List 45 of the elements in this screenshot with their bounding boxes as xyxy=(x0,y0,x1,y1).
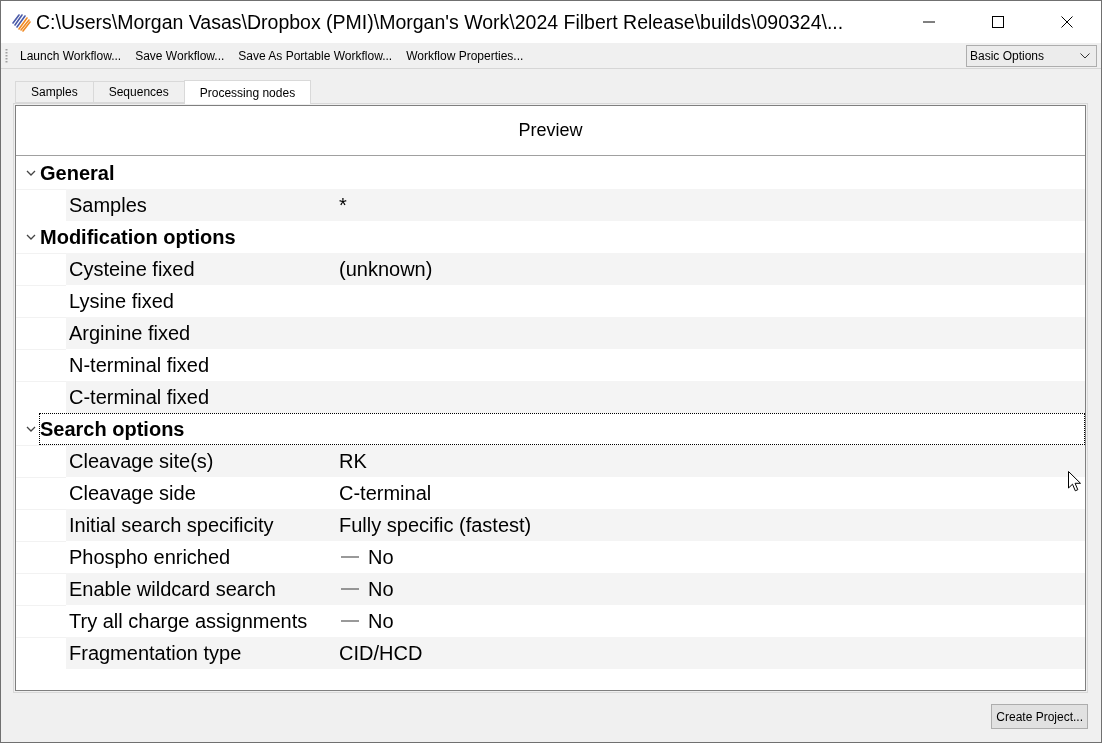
property-name: Arginine fixed xyxy=(69,321,191,345)
property-name: Try all charge assignments xyxy=(69,609,308,633)
maximize-icon xyxy=(991,16,1004,28)
caret-icon xyxy=(1080,52,1090,59)
toolbar-button[interactable]: Save Workflow... xyxy=(128,45,232,66)
property-name: Enable wildcard search xyxy=(69,577,276,601)
group-heading[interactable]: General xyxy=(39,157,118,189)
tab[interactable]: Processing nodes xyxy=(183,80,312,104)
create-project-button[interactable]: Create Project... xyxy=(991,704,1088,729)
tab[interactable]: Sequences xyxy=(92,81,185,103)
chevron-down-icon[interactable] xyxy=(26,424,36,434)
options-dropdown[interactable]: Basic Options xyxy=(966,44,1097,67)
property-name: N-terminal fixed xyxy=(69,353,210,377)
preview-heading: Preview xyxy=(518,120,583,141)
toolbar-button[interactable]: Save As Portable Workflow... xyxy=(231,45,400,66)
property-value: (unknown) xyxy=(339,257,433,281)
toolbar-button[interactable]: Workflow Properties... xyxy=(399,45,531,66)
property-value: C-terminal xyxy=(339,481,432,505)
property-name: Cysteine fixed xyxy=(69,257,195,281)
toolbar-button[interactable]: Launch Workflow... xyxy=(13,45,129,66)
property-name: Samples xyxy=(69,193,147,217)
property-value: No xyxy=(368,609,394,633)
property-value: CID/HCD xyxy=(339,641,423,665)
property-value: * xyxy=(339,193,347,217)
property-name: C-terminal fixed xyxy=(69,385,210,409)
property-name: Cleavage site(s) xyxy=(69,449,214,473)
property-value: No xyxy=(368,545,394,569)
window-title: C:\Users\Morgan Vasas\Dropbox (PMI)\Morgan's Work\2024 Filbert Release\builds\090324\... xyxy=(36,10,845,34)
group-heading[interactable]: Modification options xyxy=(39,221,239,253)
dash-icon xyxy=(341,588,359,590)
property-value: No xyxy=(368,577,394,601)
property-name: Initial search specificity xyxy=(69,513,274,537)
property-name: Fragmentation type xyxy=(69,641,242,665)
property-value: RK xyxy=(339,449,367,473)
property-name: Cleavage side xyxy=(69,481,196,505)
toolbar-grip-icon[interactable] xyxy=(5,47,8,64)
property-value: Fully specific (fastest) xyxy=(339,513,532,537)
chevron-down-icon[interactable] xyxy=(26,168,36,178)
app-logo-icon xyxy=(10,11,32,33)
close-icon xyxy=(1060,16,1073,28)
dash-icon xyxy=(341,556,359,558)
chevron-down-icon[interactable] xyxy=(26,232,36,242)
dash-icon xyxy=(341,620,359,622)
tab[interactable]: Samples xyxy=(15,81,94,103)
property-name: Phospho enriched xyxy=(69,545,231,569)
